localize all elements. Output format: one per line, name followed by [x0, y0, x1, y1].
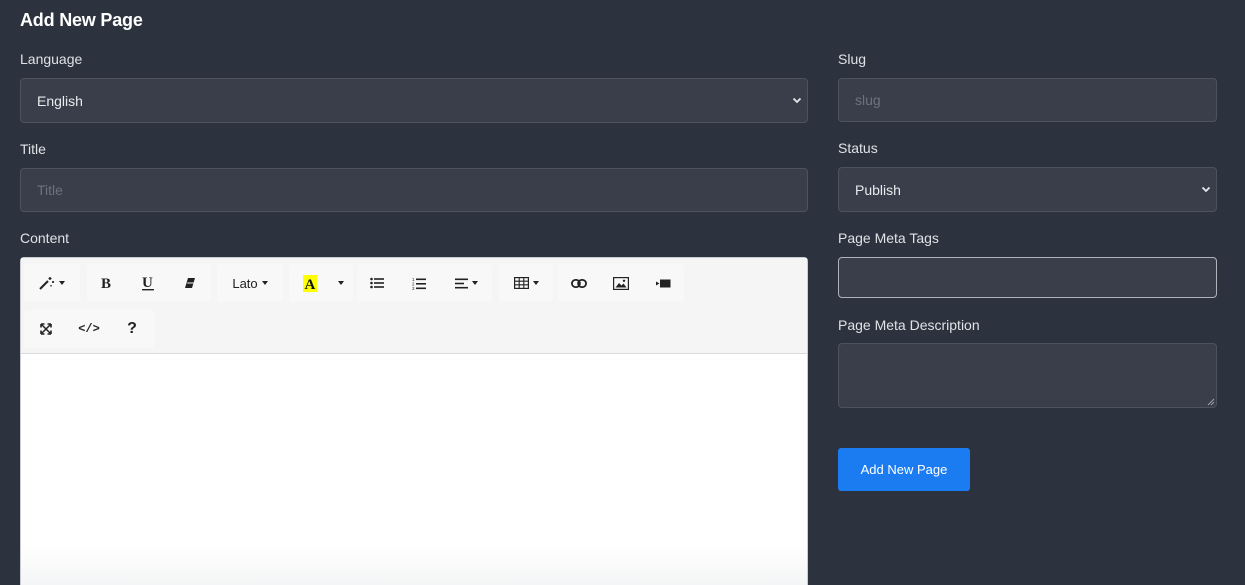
unordered-list-button[interactable] — [357, 264, 397, 302]
link-icon — [571, 278, 587, 288]
editor-toolbar: B U Lato A 1 2 3 </> ? — [21, 258, 807, 354]
slug-input[interactable] — [838, 78, 1217, 122]
align-icon — [455, 278, 468, 288]
clear-format-button[interactable] — [169, 264, 211, 302]
caret-icon — [338, 281, 344, 285]
paragraph-group: 123 — [357, 264, 492, 302]
ordered-list-icon: 123 — [412, 277, 426, 290]
help-button[interactable]: ? — [110, 310, 154, 348]
title-label: Title — [20, 141, 46, 157]
language-select-value[interactable]: English — [20, 78, 808, 123]
meta-description-wrap — [838, 343, 1217, 408]
code-view-button[interactable]: </> — [68, 310, 110, 348]
resize-grip-icon[interactable] — [1207, 398, 1215, 406]
meta-tags-input[interactable] — [838, 257, 1217, 298]
svg-text:3: 3 — [412, 286, 415, 290]
ordered-list-button[interactable]: 123 — [397, 264, 441, 302]
video-icon — [655, 279, 670, 287]
caret-icon — [261, 281, 268, 285]
underline-icon: U — [141, 275, 154, 291]
insert-group — [558, 264, 684, 302]
slug-label: Slug — [838, 51, 867, 67]
magic-wand-icon — [39, 277, 54, 290]
add-new-page-button[interactable]: Add New Page — [838, 448, 970, 491]
font-style-group: B U — [87, 264, 211, 302]
table-dropdown[interactable] — [499, 264, 553, 302]
help-icon: ? — [127, 320, 137, 337]
font-family-label: Lato — [232, 275, 258, 291]
fullscreen-button[interactable] — [24, 310, 68, 348]
text-color-icon: A — [303, 274, 317, 292]
editor-bottom-shade — [21, 546, 807, 585]
svg-text:A: A — [305, 277, 316, 292]
language-select[interactable]: English — [20, 78, 808, 123]
code-view-icon: </> — [78, 322, 100, 336]
font-family-group: Lato — [217, 264, 283, 302]
view-group: </> ? — [24, 310, 154, 348]
link-button[interactable] — [558, 264, 600, 302]
chevron-down-icon — [1201, 186, 1211, 192]
meta-description-label: Page Meta Description — [838, 317, 980, 333]
content-label: Content — [20, 230, 70, 246]
underline-button[interactable]: U — [127, 264, 169, 302]
meta-description-textarea[interactable] — [838, 343, 1217, 408]
text-color-button[interactable]: A — [289, 264, 331, 302]
style-group — [24, 264, 80, 302]
table-group — [499, 264, 553, 302]
caret-icon — [59, 281, 65, 285]
image-button[interactable] — [600, 264, 642, 302]
color-group: A — [289, 264, 353, 302]
unordered-list-icon — [370, 277, 384, 289]
page-title: Add New Page — [20, 10, 143, 30]
status-label: Status — [838, 140, 878, 156]
meta-tags-label: Page Meta Tags — [838, 230, 939, 246]
video-button[interactable] — [642, 264, 684, 302]
language-label: Language — [20, 51, 83, 67]
title-input[interactable] — [20, 168, 808, 212]
eraser-icon — [185, 278, 195, 288]
status-select-value[interactable]: Publish — [838, 167, 1217, 212]
caret-icon — [472, 281, 478, 285]
bold-button[interactable]: B — [87, 264, 127, 302]
editor-content-area[interactable] — [21, 354, 807, 585]
font-family-dropdown[interactable]: Lato — [217, 264, 283, 302]
content-editor: B U Lato A 1 2 3 </> ? — [20, 257, 808, 585]
svg-text:U: U — [142, 275, 153, 291]
align-dropdown[interactable] — [441, 264, 492, 302]
svg-text:B: B — [101, 276, 111, 290]
table-icon — [513, 277, 529, 289]
fullscreen-icon — [40, 323, 52, 335]
color-dropdown-button[interactable] — [331, 264, 351, 302]
status-select[interactable]: Publish — [838, 167, 1217, 212]
bold-icon: B — [101, 276, 111, 290]
style-button[interactable] — [24, 264, 80, 302]
chevron-down-icon — [792, 97, 802, 103]
caret-icon — [532, 281, 539, 285]
image-icon — [613, 276, 629, 290]
